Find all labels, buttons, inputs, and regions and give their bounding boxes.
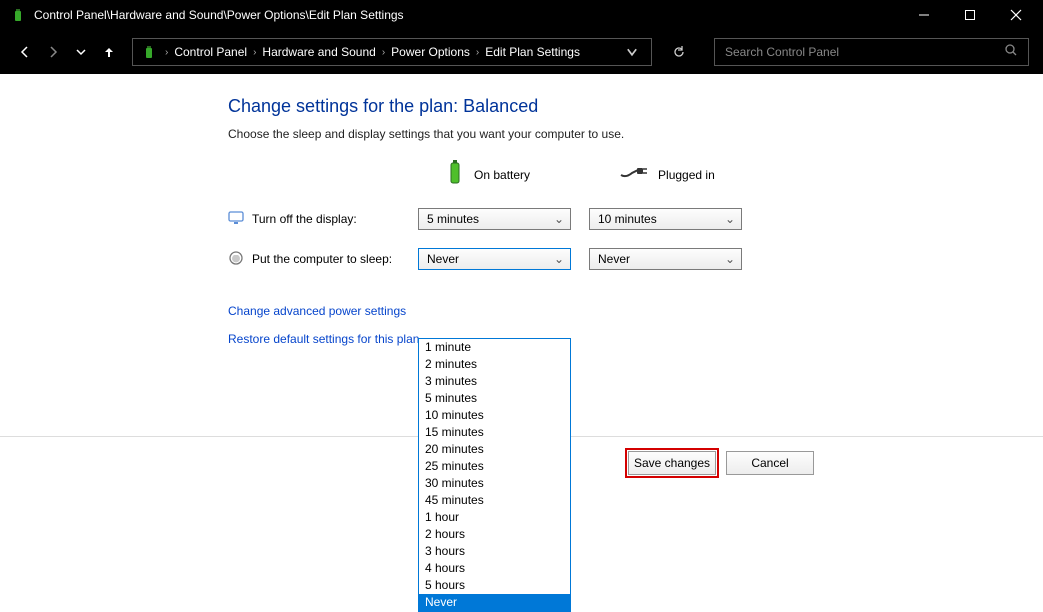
chevron-right-icon: › (474, 47, 481, 58)
row-label-text: Turn off the display: (252, 212, 357, 226)
sleep-plugged-combo[interactable]: Never ⌄ (589, 248, 742, 270)
search-icon[interactable] (1004, 43, 1018, 62)
link-advanced-power-settings[interactable]: Change advanced power settings (228, 304, 1023, 318)
sleep-battery-dropdown[interactable]: 1 minute2 minutes3 minutes5 minutes10 mi… (418, 338, 571, 612)
chevron-down-icon: ⌄ (725, 212, 735, 226)
chevron-right-icon: › (380, 47, 387, 58)
display-battery-combo[interactable]: 5 minutes ⌄ (418, 208, 571, 230)
save-changes-button[interactable]: Save changes (628, 451, 716, 475)
window-title: Control Panel\Hardware and Sound\Power O… (34, 8, 901, 22)
dropdown-option[interactable]: 45 minutes (419, 492, 570, 509)
combo-value: Never (598, 252, 630, 266)
cancel-button[interactable]: Cancel (726, 451, 814, 475)
power-options-icon (141, 44, 157, 60)
sleep-battery-combo[interactable]: Never ⌄ (418, 248, 571, 270)
dropdown-option[interactable]: 10 minutes (419, 407, 570, 424)
back-button[interactable] (14, 41, 36, 63)
page-title: Change settings for the plan: Balanced (228, 96, 1023, 117)
combo-value: 5 minutes (427, 212, 479, 226)
row-label-sleep: Put the computer to sleep: (228, 250, 418, 269)
dropdown-option[interactable]: 30 minutes (419, 475, 570, 492)
breadcrumb-item[interactable]: Control Panel (170, 45, 251, 59)
search-box[interactable] (714, 38, 1029, 66)
minimize-button[interactable] (901, 0, 947, 30)
combo-value: 10 minutes (598, 212, 657, 226)
dropdown-option[interactable]: 2 hours (419, 526, 570, 543)
up-button[interactable] (98, 41, 120, 63)
breadcrumb[interactable]: › Control Panel › Hardware and Sound › P… (132, 38, 652, 66)
refresh-button[interactable] (668, 41, 690, 63)
close-button[interactable] (993, 0, 1039, 30)
chevron-right-icon: › (251, 47, 258, 58)
search-input[interactable] (725, 45, 1004, 59)
dropdown-option[interactable]: 4 hours (419, 560, 570, 577)
sleep-icon (228, 250, 244, 269)
plug-icon (620, 166, 648, 183)
dropdown-option[interactable]: 5 hours (419, 577, 570, 594)
content-area: Change settings for the plan: Balanced C… (0, 74, 1043, 594)
breadcrumb-item[interactable]: Edit Plan Settings (481, 45, 584, 59)
chevron-down-icon: ⌄ (554, 212, 564, 226)
dropdown-option[interactable]: 2 minutes (419, 356, 570, 373)
column-header-label: On battery (474, 168, 530, 182)
dropdown-option[interactable]: 3 hours (419, 543, 570, 560)
forward-button[interactable] (42, 41, 64, 63)
column-header-label: Plugged in (658, 168, 715, 182)
battery-icon (446, 159, 464, 190)
chevron-down-icon: ⌄ (725, 252, 735, 266)
dropdown-option[interactable]: 5 minutes (419, 390, 570, 407)
dropdown-option[interactable]: 25 minutes (419, 458, 570, 475)
dropdown-option[interactable]: Never (419, 594, 570, 611)
display-plugged-combo[interactable]: 10 minutes ⌄ (589, 208, 742, 230)
chevron-right-icon: › (163, 47, 170, 58)
row-label-display: Turn off the display: (228, 210, 418, 229)
breadcrumb-item[interactable]: Power Options (387, 45, 474, 59)
maximize-button[interactable] (947, 0, 993, 30)
dropdown-option[interactable]: 15 minutes (419, 424, 570, 441)
recent-locations-button[interactable] (70, 41, 92, 63)
chevron-down-icon: ⌄ (554, 252, 564, 266)
link-restore-defaults[interactable]: Restore default settings for this plan (228, 332, 1023, 346)
display-icon (228, 210, 244, 229)
navbar: › Control Panel › Hardware and Sound › P… (0, 30, 1043, 74)
page-subtitle: Choose the sleep and display settings th… (228, 127, 1023, 141)
power-options-icon (10, 7, 26, 23)
breadcrumb-item[interactable]: Hardware and Sound (258, 45, 379, 59)
combo-value: Never (427, 252, 459, 266)
column-header-battery: On battery (446, 159, 530, 190)
dropdown-option[interactable]: 20 minutes (419, 441, 570, 458)
breadcrumb-dropdown-button[interactable] (621, 41, 643, 63)
dropdown-option[interactable]: 1 minute (419, 339, 570, 356)
column-header-plugged: Plugged in (620, 166, 715, 183)
titlebar: Control Panel\Hardware and Sound\Power O… (0, 0, 1043, 30)
dropdown-option[interactable]: 3 minutes (419, 373, 570, 390)
dropdown-option[interactable]: 1 hour (419, 509, 570, 526)
row-label-text: Put the computer to sleep: (252, 252, 392, 266)
